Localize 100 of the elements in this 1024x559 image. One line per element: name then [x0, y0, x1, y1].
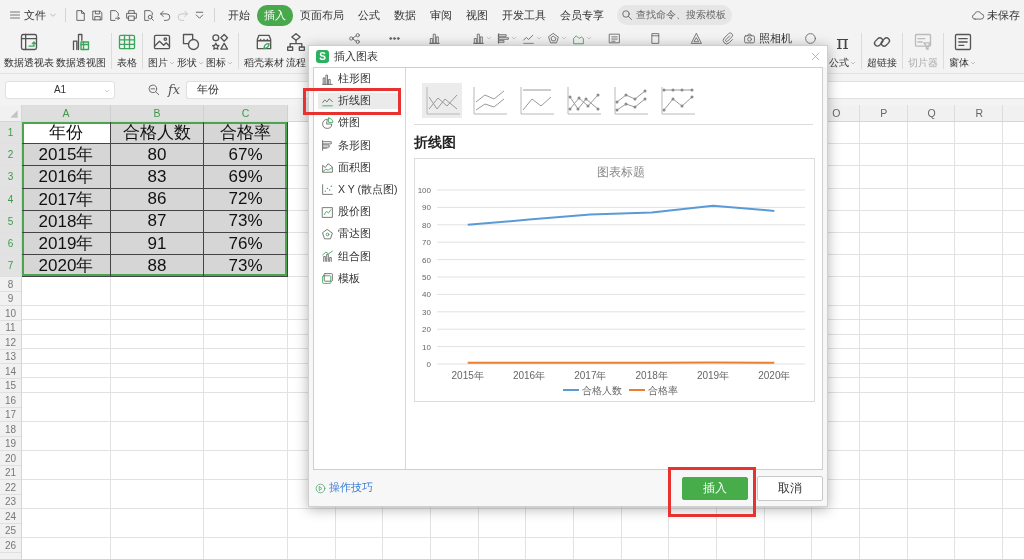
document-icon[interactable] [649, 31, 662, 45]
row-number[interactable]: 3 [0, 166, 21, 189]
column-header[interactable]: P [860, 105, 908, 121]
shapes-button[interactable]: 形状 [176, 32, 205, 70]
chart-type-item[interactable]: 饼图 [318, 115, 398, 132]
print-icon[interactable] [125, 8, 138, 22]
chart-type-item[interactable]: X Y (散点图) [318, 181, 398, 198]
file-menu-button[interactable]: 文件 [7, 5, 59, 25]
caret-icon [586, 35, 592, 41]
x-axis-label: 2020年 [758, 370, 791, 381]
flowchart-button[interactable]: 流程 [285, 32, 307, 70]
row-number[interactable]: 4 [0, 188, 21, 211]
pivot-table-button[interactable]: 数据透视表 [3, 32, 55, 70]
camera-icon [743, 31, 756, 45]
table-cell: 2015年 [22, 144, 111, 167]
row-number[interactable]: 1 [0, 122, 21, 145]
row-number[interactable]: 10 [0, 306, 21, 321]
materials-button[interactable]: 稻壳素材 [243, 32, 285, 70]
ribbon-tab[interactable]: 审阅 [423, 4, 459, 26]
ribbon-tab[interactable]: 会员专享 [553, 4, 611, 26]
row-number[interactable]: 7 [0, 255, 21, 278]
ribbon-tab[interactable]: 视图 [459, 4, 495, 26]
save-status-button[interactable]: 未保存 [971, 7, 1020, 23]
zoom-out-icon[interactable] [147, 82, 161, 97]
cell-name-box[interactable]: A1 [5, 80, 115, 99]
circle-icon[interactable] [804, 31, 817, 45]
bar-chart-icon[interactable] [497, 31, 510, 45]
ribbon-tab[interactable]: 开发工具 [495, 4, 553, 26]
table-cell: 合格人数 [111, 122, 204, 145]
chart-type-item[interactable]: 模板 [318, 270, 398, 287]
column-header[interactable]: Q [907, 105, 956, 121]
table-icon [117, 32, 137, 52]
column-header[interactable]: R [955, 105, 1003, 121]
paperclip-icon[interactable] [721, 31, 734, 45]
chart-type-item[interactable]: 柱形图 [318, 71, 398, 87]
chart-type-item[interactable]: 折线图 [318, 93, 398, 110]
search-field[interactable]: 查找命令、搜索模板 [617, 5, 732, 25]
row-number[interactable]: 17 [0, 407, 21, 423]
caret-icon [49, 11, 57, 19]
function-label[interactable]: fx [168, 82, 181, 97]
row-number[interactable]: 9 [0, 291, 21, 307]
chart-type-item[interactable]: 雷达图 [318, 226, 398, 243]
chart-type-item[interactable]: 组合图 [318, 248, 398, 265]
row-number[interactable]: 21 [0, 465, 21, 481]
chart-type-item[interactable]: 面积图 [318, 159, 398, 176]
cancel-button[interactable]: 取消 [757, 475, 823, 501]
close-icon[interactable] [810, 51, 821, 62]
connected-nodes-icon[interactable] [348, 31, 361, 45]
picture-button[interactable]: 图片 [147, 32, 176, 70]
insert-button[interactable]: 插入 [682, 476, 748, 500]
row-number[interactable]: 14 [0, 364, 21, 379]
line-chart-thumbnail-icon[interactable] [422, 83, 462, 118]
save-icon[interactable] [91, 8, 104, 22]
print-preview-icon[interactable] [142, 8, 155, 22]
new-file-icon[interactable] [74, 8, 87, 22]
radar-chart-icon[interactable] [547, 31, 560, 45]
camera-button[interactable]: 照相机 [743, 30, 792, 46]
row-number[interactable]: 15 [0, 378, 21, 394]
row-number[interactable]: 5 [0, 210, 21, 233]
chart-type-item[interactable]: 股价图 [318, 204, 398, 221]
row-number[interactable]: 16 [0, 393, 21, 408]
table-cell: 72% [204, 188, 288, 211]
formula-button[interactable]: π 公式 [828, 32, 857, 70]
row-number[interactable]: 25 [0, 523, 21, 539]
row-number[interactable]: 2 [0, 144, 21, 167]
row-number[interactable]: 8 [0, 277, 21, 292]
row-number[interactable]: 18 [0, 422, 21, 437]
text-lines-icon [952, 32, 973, 52]
chart-type-item[interactable]: 条形图 [318, 137, 398, 154]
triangle-icon[interactable] [690, 31, 703, 45]
form-button[interactable]: 窗体 [948, 32, 977, 70]
column-chart-icon[interactable] [428, 31, 441, 45]
ribbon-tab[interactable]: 数据 [387, 4, 423, 26]
row-number[interactable]: 19 [0, 436, 21, 452]
row-number[interactable]: 23 [0, 494, 21, 510]
row-number[interactable]: 6 [0, 232, 21, 256]
text-box-icon[interactable] [608, 31, 621, 45]
ribbon-tab[interactable]: 开始 [221, 4, 257, 26]
ribbon-tab[interactable]: 页面布局 [293, 4, 351, 26]
chart-title: 图表标题 [597, 165, 645, 179]
row-number[interactable]: 20 [0, 451, 21, 466]
row-number[interactable]: 12 [0, 335, 21, 350]
ribbon-tab[interactable]: 公式 [351, 4, 387, 26]
table-button[interactable]: 表格 [116, 32, 138, 70]
document-arrow-icon[interactable] [108, 8, 121, 22]
y-axis-label: 70 [422, 238, 431, 248]
tips-link[interactable]: 操作技巧 [315, 481, 373, 495]
row-number[interactable]: 26 [0, 538, 21, 553]
column-chart-icon[interactable] [472, 31, 485, 45]
icons-button[interactable]: 图标 [205, 32, 234, 70]
ribbon-tab[interactable]: 插入 [257, 4, 293, 26]
legend-label: 合格人数 [582, 385, 622, 396]
row-number[interactable]: 22 [0, 480, 21, 495]
row-number[interactable]: 24 [0, 509, 21, 524]
table-cell: 2019年 [22, 232, 111, 256]
row-number[interactable]: 11 [0, 320, 21, 336]
row-number[interactable]: 13 [0, 349, 21, 365]
hyperlink-button[interactable]: 超链接 [866, 32, 898, 70]
undo-icon[interactable] [159, 8, 172, 22]
pivot-chart-button[interactable]: 数据透视图 [55, 32, 107, 70]
